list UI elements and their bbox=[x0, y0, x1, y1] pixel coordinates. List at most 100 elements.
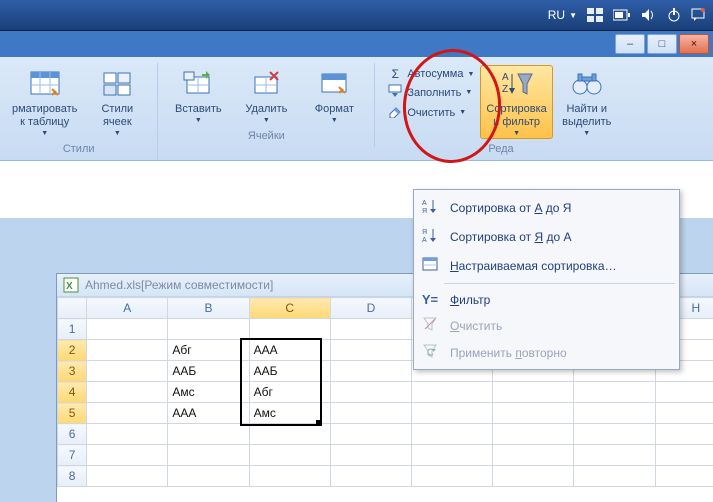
action-center-icon[interactable] bbox=[691, 0, 705, 30]
row-header[interactable]: 3 bbox=[58, 361, 87, 382]
clear-button[interactable]: Очистить ▼ bbox=[387, 104, 474, 121]
delete-button[interactable]: Удалить ▼ bbox=[232, 65, 300, 126]
cell[interactable] bbox=[493, 424, 574, 445]
cell[interactable] bbox=[493, 382, 574, 403]
sort-filter-button[interactable]: A Z Сортировка и фильтр ▼ bbox=[480, 65, 552, 139]
cell-styles-button[interactable]: Стили ячеек ▼ bbox=[83, 65, 151, 139]
cell[interactable] bbox=[87, 445, 168, 466]
cell[interactable] bbox=[168, 445, 249, 466]
sort-filter-icon: A Z bbox=[500, 67, 534, 101]
column-header[interactable]: A bbox=[87, 298, 168, 319]
format-as-table-button[interactable]: рматировать к таблицу ▼ bbox=[6, 65, 83, 139]
menu-reapply-label: Применить повторно bbox=[450, 346, 567, 360]
cell[interactable] bbox=[655, 382, 713, 403]
cell[interactable] bbox=[655, 466, 713, 487]
cell[interactable] bbox=[330, 445, 411, 466]
row-header[interactable]: 5 bbox=[58, 403, 87, 424]
cell[interactable] bbox=[655, 424, 713, 445]
format-button[interactable]: Формат ▼ bbox=[300, 65, 368, 126]
cell[interactable] bbox=[330, 319, 411, 340]
window-minimize-button[interactable]: – bbox=[615, 34, 645, 54]
cell[interactable]: Абг bbox=[249, 382, 330, 403]
insert-label: Вставить bbox=[175, 103, 222, 116]
menu-filter[interactable]: Y= Фильтр bbox=[414, 287, 679, 312]
cell[interactable] bbox=[412, 424, 493, 445]
window-maximize-button[interactable]: □ bbox=[647, 34, 677, 54]
cell[interactable] bbox=[87, 319, 168, 340]
format-cells-icon bbox=[317, 67, 351, 101]
insert-button[interactable]: Вставить ▼ bbox=[164, 65, 232, 126]
window-close-button[interactable]: × bbox=[679, 34, 709, 54]
cell[interactable]: ААБ bbox=[168, 361, 249, 382]
cell[interactable] bbox=[493, 403, 574, 424]
ribbon-group-cells-label: Ячейки bbox=[248, 126, 285, 145]
cell[interactable] bbox=[87, 340, 168, 361]
taskbar-window-icon[interactable] bbox=[587, 0, 603, 30]
cell[interactable] bbox=[493, 466, 574, 487]
menu-custom-sort[interactable]: Настраиваемая сортировка… bbox=[414, 251, 679, 280]
fill-button[interactable]: Заполнить ▼ bbox=[387, 84, 474, 101]
cell[interactable] bbox=[412, 445, 493, 466]
cell[interactable] bbox=[249, 424, 330, 445]
clear-label: Очистить bbox=[407, 107, 455, 119]
cell[interactable] bbox=[412, 466, 493, 487]
cell[interactable] bbox=[87, 466, 168, 487]
cell[interactable] bbox=[574, 466, 655, 487]
menu-clear-label: Очистить bbox=[450, 319, 502, 333]
autosum-button[interactable]: Σ Автосумма ▼ bbox=[387, 67, 474, 81]
menu-sort-za[interactable]: ЯА Сортировка от Я до А bbox=[414, 222, 679, 251]
cell[interactable] bbox=[87, 382, 168, 403]
cell[interactable]: ААБ bbox=[249, 361, 330, 382]
cell[interactable] bbox=[168, 466, 249, 487]
menu-sort-az[interactable]: АЯ Сортировка от А до Я bbox=[414, 193, 679, 222]
row-header[interactable]: 8 bbox=[58, 466, 87, 487]
cell[interactable] bbox=[574, 445, 655, 466]
cell[interactable] bbox=[330, 382, 411, 403]
find-select-button[interactable]: Найти и выделить ▼ bbox=[553, 65, 621, 139]
cell[interactable] bbox=[168, 424, 249, 445]
row-header[interactable]: 6 bbox=[58, 424, 87, 445]
power-icon[interactable] bbox=[667, 0, 681, 30]
cell[interactable] bbox=[249, 445, 330, 466]
cell[interactable] bbox=[87, 361, 168, 382]
cell[interactable] bbox=[168, 319, 249, 340]
cell[interactable] bbox=[655, 403, 713, 424]
cell[interactable] bbox=[330, 340, 411, 361]
row-header[interactable]: 4 bbox=[58, 382, 87, 403]
cell[interactable] bbox=[330, 424, 411, 445]
cell[interactable] bbox=[249, 466, 330, 487]
cell[interactable]: Амс bbox=[249, 403, 330, 424]
cell[interactable] bbox=[87, 424, 168, 445]
column-header[interactable]: D bbox=[330, 298, 411, 319]
ribbon-group-editing: Σ Автосумма ▼ Заполнить ▼ bbox=[375, 63, 626, 160]
cell[interactable] bbox=[412, 382, 493, 403]
menu-custom-sort-label: Настраиваемая сортировка… bbox=[450, 259, 617, 273]
cell[interactable] bbox=[493, 445, 574, 466]
cell[interactable] bbox=[574, 382, 655, 403]
volume-icon[interactable] bbox=[641, 0, 657, 30]
cell[interactable] bbox=[574, 424, 655, 445]
cell[interactable] bbox=[655, 445, 713, 466]
battery-icon[interactable] bbox=[613, 0, 631, 30]
cell[interactable] bbox=[330, 466, 411, 487]
cell[interactable] bbox=[330, 403, 411, 424]
editing-shortcuts: Σ Автосумма ▼ Заполнить ▼ bbox=[381, 65, 480, 123]
cell[interactable]: Абг bbox=[168, 340, 249, 361]
column-header[interactable]: C bbox=[249, 298, 330, 319]
cell[interactable] bbox=[87, 403, 168, 424]
cell[interactable] bbox=[330, 361, 411, 382]
column-header[interactable]: B bbox=[168, 298, 249, 319]
language-indicator[interactable]: RU ▼ bbox=[548, 0, 577, 30]
row-header[interactable]: 2 bbox=[58, 340, 87, 361]
row-header[interactable]: 7 bbox=[58, 445, 87, 466]
row-header[interactable]: 1 bbox=[58, 319, 87, 340]
cell[interactable]: ААА bbox=[249, 340, 330, 361]
cell[interactable] bbox=[412, 403, 493, 424]
cell[interactable]: ААА bbox=[168, 403, 249, 424]
app-title-band: – □ × bbox=[0, 31, 713, 57]
cell[interactable] bbox=[574, 403, 655, 424]
delete-cells-icon bbox=[249, 67, 283, 101]
cell[interactable] bbox=[249, 319, 330, 340]
cell[interactable]: Амс bbox=[168, 382, 249, 403]
select-all-corner[interactable] bbox=[58, 298, 87, 319]
